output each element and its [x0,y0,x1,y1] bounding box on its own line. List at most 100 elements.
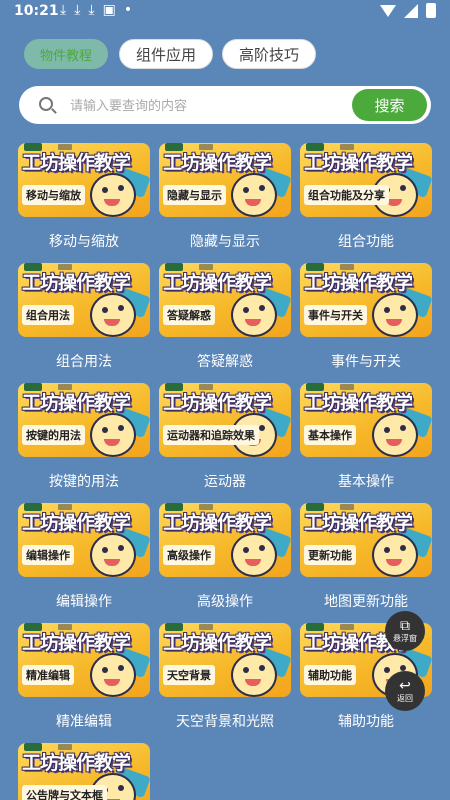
battery-icon [426,3,436,18]
tutorial-caption: 答疑解惑 [197,354,253,370]
tutorial-card[interactable]: 工坊操作教学 答疑解惑 答疑解惑 [159,263,291,371]
thumbnail-label: 天空背景 [163,665,215,685]
thumbnail-title: 工坊操作教学 [163,392,272,414]
tutorial-card[interactable]: 工坊操作教学 编辑操作 编辑操作 [18,503,150,611]
tutorial-card[interactable]: 工坊操作教学 运动器和追踪效果运动器 [159,383,291,491]
thumbnail-title: 工坊操作教学 [163,632,272,654]
tutorial-caption: 高级操作 [197,594,253,610]
notification-icons: ⤓ ⤓ ⤓ ▣ • [60,2,132,18]
thumbnail-title: 工坊操作教学 [163,512,272,534]
tutorial-thumbnail: 工坊操作教学 高级操作 [159,503,291,577]
tutorial-card[interactable]: 工坊操作教学 事件与开关 事件与开关 [300,263,432,371]
thumbnail-title: 工坊操作教学 [304,512,413,534]
mascot-icon [90,413,136,457]
thumbnail-label: 编辑操作 [22,545,74,565]
thumbnail-label: 组合功能及分享 [304,185,389,205]
thumbnail-label: 辅助功能 [304,665,356,685]
tutorial-thumbnail: 工坊操作教学 基本操作 [300,383,432,457]
tutorial-card[interactable]: 工坊操作教学 基本操作 基本操作 [300,383,432,491]
thumbnail-label: 事件与开关 [304,305,367,325]
tutorial-caption: 辅助功能 [338,714,394,730]
mascot-icon [90,653,136,697]
download-icon: ⤓ [88,2,95,18]
tutorial-card[interactable]: 工坊操作教学 隐藏与显示隐藏与显示 [159,143,291,251]
mascot-icon [231,173,277,217]
status-time: 10:21 [14,3,59,19]
thumbnail-label: 按键的用法 [22,425,85,445]
thumbnail-label: 答疑解惑 [163,305,215,325]
tutorial-caption: 按键的用法 [49,474,119,490]
font-icon: ▣ [102,2,116,18]
download-icon: ⤓ [60,2,67,18]
thumbnail-label: 基本操作 [304,425,356,445]
tutorial-thumbnail: 工坊操作教学公告牌与文本框 [18,743,150,800]
tutorial-thumbnail: 工坊操作教学 移动与缩放 [18,143,150,217]
tutorial-caption: 地图更新功能 [324,594,408,610]
tutorial-caption: 隐藏与显示 [190,234,260,250]
thumbnail-label: 公告牌与文本框 [22,785,107,800]
thumbnail-label: 移动与缩放 [22,185,85,205]
tutorial-card[interactable]: 工坊操作教学 组合用法组合用法 [18,263,150,371]
thumbnail-title: 工坊操作教学 [304,152,413,174]
thumbnail-title: 工坊操作教学 [22,632,131,654]
mascot-icon [90,173,136,217]
tutorial-caption: 天空背景和光照 [176,714,274,730]
tutorial-caption: 组合功能 [338,234,394,250]
floating-window-label: 悬浮窗 [393,633,417,643]
floating-window-button[interactable]: ⧉ 悬浮窗 [385,611,425,651]
tutorial-caption: 基本操作 [338,474,394,490]
thumbnail-label: 精准编辑 [22,665,74,685]
mascot-icon [372,533,418,577]
tutorial-thumbnail: 工坊操作教学 更新功能 [300,503,432,577]
tab-advanced-tips[interactable]: 高阶技巧 [222,39,316,69]
thumbnail-title: 工坊操作教学 [304,272,413,294]
tutorial-caption: 组合用法 [56,354,112,370]
thumbnail-title: 工坊操作教学 [22,752,131,774]
tutorial-thumbnail: 工坊操作教学 隐藏与显示 [159,143,291,217]
tutorial-card[interactable]: 工坊操作教学 高级操作 高级操作 [159,503,291,611]
tutorial-card[interactable]: 工坊操作教学 精准编辑 精准编辑 [18,623,150,731]
back-button[interactable]: ↩ 返回 [385,671,425,711]
tutorial-thumbnail: 工坊操作教学 按键的用法 [18,383,150,457]
search-bar: 请输入要查询的内容 搜索 [19,86,431,124]
thumbnail-title: 工坊操作教学 [22,392,131,414]
thumbnail-label: 高级操作 [163,545,215,565]
tutorial-thumbnail: 工坊操作教学 精准编辑 [18,623,150,697]
search-icon [39,97,53,111]
tutorial-card[interactable]: 工坊操作教学 更新功能地图更新功能 [300,503,432,611]
thumbnail-title: 工坊操作教学 [304,392,413,414]
tutorial-card[interactable]: 工坊操作教学 组合功能及分享组合功能 [300,143,432,251]
window-icon: ⧉ [400,617,410,634]
mascot-icon [372,413,418,457]
tutorial-card[interactable]: 工坊操作教学 按键的用法 按键的用法 [18,383,150,491]
tutorial-thumbnail: 工坊操作教学 答疑解惑 [159,263,291,337]
tutorial-thumbnail: 工坊操作教学 运动器和追踪效果 [159,383,291,457]
tab-component-application[interactable]: 组件应用 [119,39,213,69]
thumbnail-title: 工坊操作教学 [22,272,131,294]
thumbnail-title: 工坊操作教学 [163,272,272,294]
tutorial-card[interactable]: 工坊操作教学 天空背景天空背景和光照 [159,623,291,731]
mascot-icon [231,653,277,697]
tutorial-card[interactable]: 工坊操作教学 移动与缩放 移动与缩放 [18,143,150,251]
wifi-icon [380,4,396,17]
thumbnail-title: 工坊操作教学 [22,152,131,174]
back-icon: ↩ [399,677,411,694]
mascot-icon [90,293,136,337]
search-input[interactable]: 请输入要查询的内容 [70,95,187,114]
mascot-icon [231,533,277,577]
status-bar: 10:21 ⤓ ⤓ ⤓ ▣ • [0,0,450,24]
category-tabs: 物件教程 组件应用 高阶技巧 [0,39,450,69]
tutorial-caption: 运动器 [204,474,246,490]
tab-object-tutorial[interactable]: 物件教程 [24,39,108,69]
tutorial-caption: 编辑操作 [56,594,112,610]
mascot-icon [372,293,418,337]
thumbnail-title: 工坊操作教学 [163,152,272,174]
tutorial-thumbnail: 工坊操作教学 组合用法 [18,263,150,337]
download-icon: ⤓ [74,2,81,18]
tutorial-caption: 移动与缩放 [49,234,119,250]
tutorial-card[interactable]: 工坊操作教学公告牌与文本框 [18,743,150,800]
thumbnail-label: 运动器和追踪效果 [163,425,259,445]
search-button[interactable]: 搜索 [352,89,427,121]
tutorial-thumbnail: 工坊操作教学 事件与开关 [300,263,432,337]
mascot-icon [231,293,277,337]
